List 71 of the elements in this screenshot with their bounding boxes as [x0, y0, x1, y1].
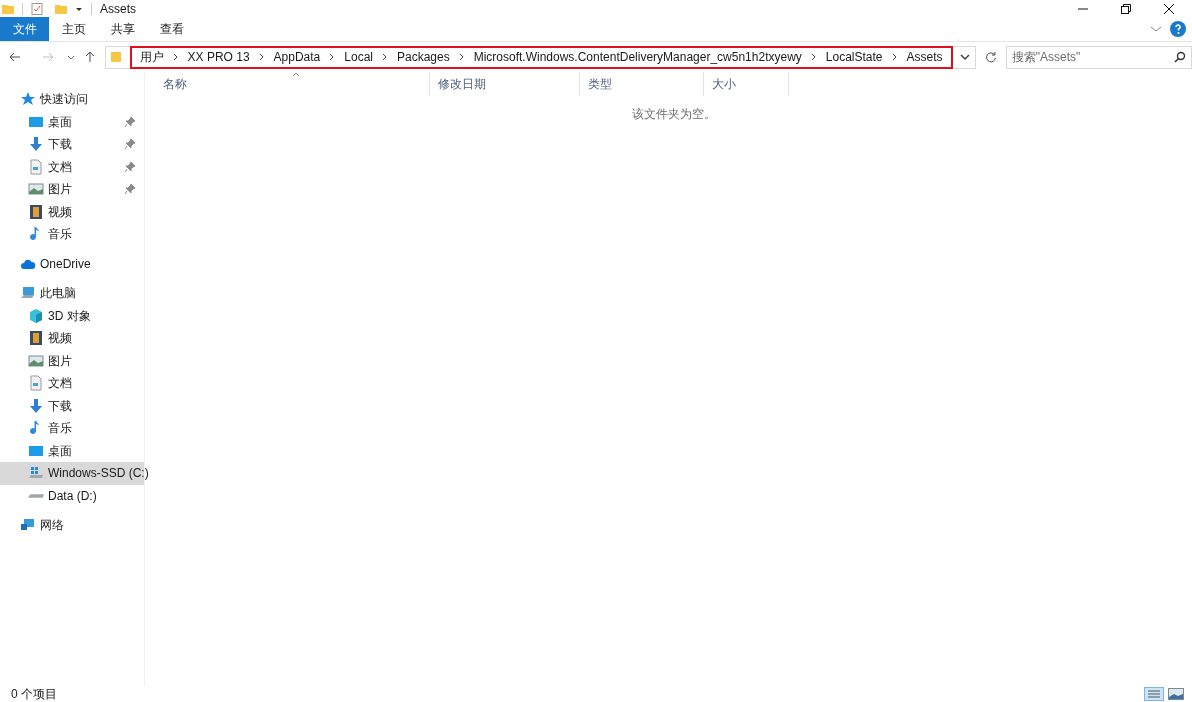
nav-item[interactable]: 桌面 [0, 110, 144, 133]
nav-item[interactable]: 下载 [0, 394, 144, 417]
ribbon-tab[interactable]: 查看 [147, 17, 196, 41]
picture-icon[interactable] [1168, 688, 1184, 700]
breadcrumb[interactable]: Microsoft.Windows.ContentDeliveryManager_cw5n1h2txyewy [473, 48, 802, 66]
breadcrumb[interactable]: Packages [396, 48, 450, 66]
nav-item[interactable]: 图片 [0, 178, 144, 201]
down-arrow-icon [28, 397, 44, 414]
document-icon [28, 375, 44, 392]
back-arrow-icon[interactable] [9, 51, 21, 63]
folder-icon [109, 51, 122, 63]
address-bar[interactable]: 用户 XX PRO 13 AppData Local Packages Microsoft.Windows.ContentDeliveryManager_cw5n1h2txyewy LocalState Assets [104, 45, 976, 69]
picture-icon [28, 352, 44, 369]
window-title: Assets [100, 0, 136, 18]
ribbon-tab[interactable]: 文件 [0, 17, 49, 41]
help-icon[interactable] [1170, 21, 1186, 37]
search-icon [1174, 51, 1186, 63]
nav-item[interactable]: 3D 对象 [0, 304, 144, 327]
nav-item[interactable]: 视频 [0, 327, 144, 350]
restore-icon[interactable] [1120, 2, 1132, 15]
breadcrumb[interactable]: Assets [906, 48, 943, 66]
search-field[interactable]: 搜索"Assets" [1005, 45, 1192, 69]
folder-icon [2, 2, 14, 15]
breadcrumb[interactable]: LocalState [825, 48, 883, 66]
column-header[interactable]: 名称 [155, 72, 430, 96]
nav-item[interactable]: 音乐 [0, 223, 144, 246]
chevron-right-icon[interactable] [258, 53, 265, 61]
chevron-down-icon[interactable] [958, 51, 971, 63]
chevron-down-icon[interactable] [66, 53, 75, 61]
column-header[interactable]: 大小 [704, 72, 789, 96]
nav-item[interactable]: 此电脑 [0, 282, 144, 305]
up-arrow-icon[interactable] [83, 51, 96, 63]
document-icon [28, 158, 44, 175]
nav-item[interactable]: 网络 [0, 514, 144, 537]
item-count: 0 个项目 [11, 686, 57, 702]
film-icon [28, 203, 44, 220]
star-icon [20, 91, 36, 108]
nav-item[interactable]: Data (D:) [0, 484, 144, 507]
close-icon[interactable] [1163, 2, 1175, 15]
ribbon-tab[interactable]: 共享 [98, 17, 147, 41]
breadcrumb[interactable]: XX PRO 13 [187, 48, 250, 66]
nav-item[interactable]: 下载 [0, 133, 144, 156]
down-arrow-icon [28, 136, 44, 153]
refresh-icon[interactable] [984, 51, 997, 63]
cube-icon [28, 307, 44, 324]
chevron-right-icon[interactable] [172, 53, 179, 61]
breadcrumb[interactable]: 用户 [139, 48, 164, 66]
sort-caret-icon [292, 71, 300, 77]
column-header[interactable]: 类型 [580, 72, 704, 96]
empty-folder-message: 该文件夹为空。 [631, 106, 716, 123]
ribbon-tab[interactable]: 主页 [49, 17, 98, 41]
nav-item[interactable]: OneDrive [0, 252, 144, 275]
breadcrumb[interactable]: Local [344, 48, 373, 66]
chevron-right-icon[interactable] [329, 53, 336, 61]
picture-icon [28, 181, 44, 198]
chevron-right-icon[interactable] [458, 53, 465, 61]
chevron-right-icon[interactable] [381, 53, 388, 61]
nav-item[interactable]: 音乐 [0, 417, 144, 440]
chevron-right-icon[interactable] [891, 53, 898, 61]
checklist-icon[interactable] [31, 2, 43, 15]
film-icon [28, 330, 44, 347]
nav-item[interactable]: 文档 [0, 372, 144, 395]
column-header[interactable]: 修改日期 [430, 72, 580, 96]
nav-item[interactable]: 视频 [0, 200, 144, 223]
breadcrumb[interactable]: AppData [273, 48, 321, 66]
nav-item[interactable]: 桌面 [0, 439, 144, 462]
nav-item[interactable]: 文档 [0, 155, 144, 178]
chevron-right-icon[interactable] [810, 53, 817, 61]
nav-item[interactable]: 快速访问 [0, 88, 144, 111]
nav-item[interactable]: 图片 [0, 349, 144, 372]
drive-icon [28, 493, 44, 498]
